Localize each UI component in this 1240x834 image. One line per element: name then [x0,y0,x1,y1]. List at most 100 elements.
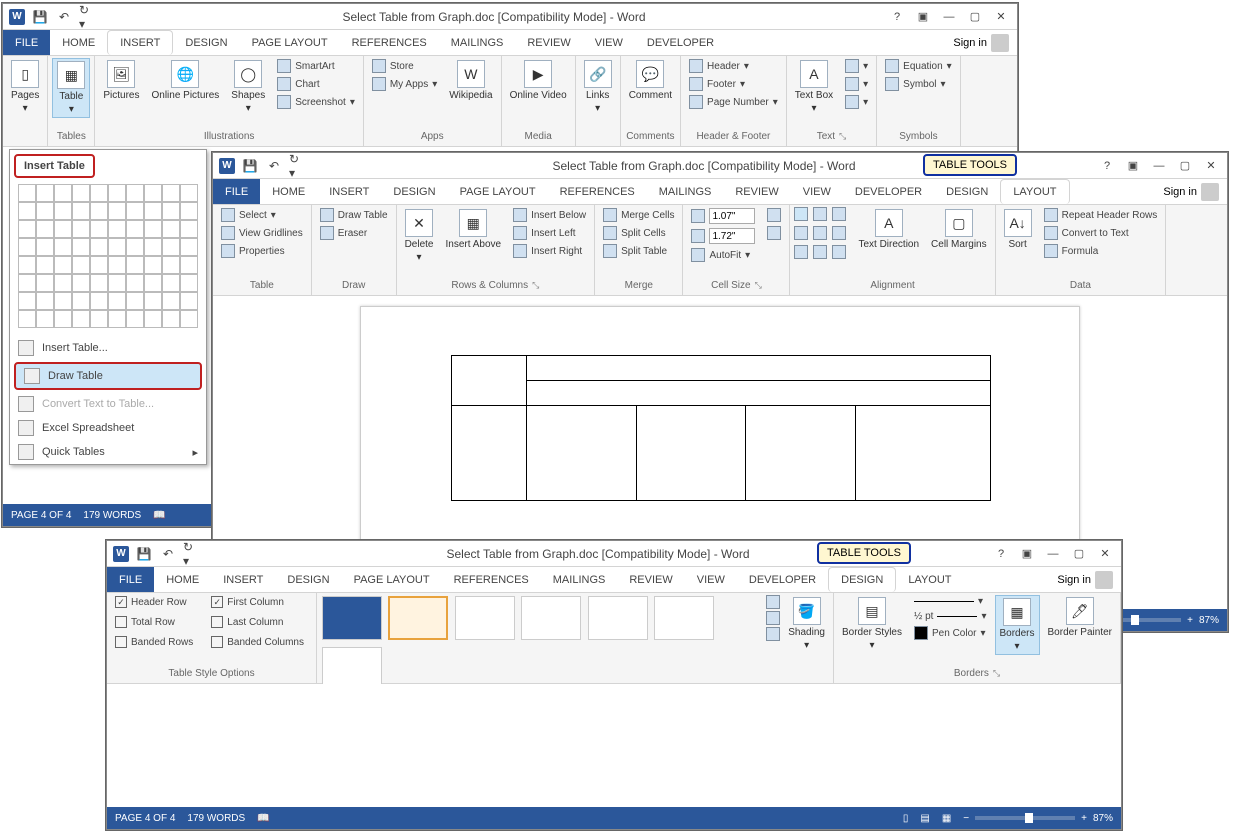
grid-cell[interactable] [18,202,36,220]
grid-cell[interactable] [180,292,198,310]
tab-developer[interactable]: DEVELOPER [737,567,828,592]
align-mr-icon[interactable] [832,226,846,240]
grid-cell[interactable] [144,238,162,256]
grid-cell[interactable] [180,202,198,220]
ribbon-options-icon[interactable]: ▣ [1015,544,1039,564]
grid-cell[interactable] [18,184,36,202]
style-thumb[interactable] [588,596,648,640]
view-web-icon[interactable]: ▦ [942,813,951,824]
table-size-grid[interactable] [10,182,206,336]
grid-cell[interactable] [90,310,108,328]
grid-cell[interactable] [18,256,36,274]
view-read-icon[interactable]: ▯ [903,813,909,824]
tab-design[interactable]: DESIGN [381,179,447,204]
grid-cell[interactable] [36,238,54,256]
style-thumb[interactable] [521,596,581,640]
sample-table[interactable] [451,355,991,501]
borders-button[interactable]: ▦Borders▾ [995,595,1040,655]
tab-design[interactable]: DESIGN [173,30,239,55]
grid-cell[interactable] [36,220,54,238]
save-icon[interactable]: 💾 [241,157,259,175]
style-thumb[interactable] [455,596,515,640]
page-status[interactable]: PAGE 4 OF 4 [115,813,175,824]
grid-cell[interactable] [72,292,90,310]
tab-table-layout[interactable]: LAYOUT [1000,179,1069,204]
dialog-launcher-icon[interactable]: ⤡ [839,131,846,142]
quick-tables-menu[interactable]: Quick Tables▸ [10,440,206,464]
grid-cell[interactable] [90,238,108,256]
close-icon[interactable]: ✕ [989,7,1013,27]
grid-cell[interactable] [162,256,180,274]
align-ml-icon[interactable] [794,226,808,240]
merge-cells-button[interactable]: Merge Cells [599,207,678,223]
text-direction-button[interactable]: AText Direction [854,207,923,252]
grid-cell[interactable] [180,310,198,328]
help-icon[interactable]: ? [1095,156,1119,176]
tab-view[interactable]: VIEW [583,30,635,55]
proofing-icon[interactable]: 📖 [153,510,165,521]
tab-references[interactable]: REFERENCES [442,567,541,592]
properties-button[interactable]: Properties [217,243,307,259]
grid-cell[interactable] [72,274,90,292]
tab-file[interactable]: FILE [107,567,154,592]
zoom-control[interactable]: −+87% [963,813,1113,824]
grid-cell[interactable] [54,238,72,256]
style-thumb[interactable] [654,596,714,640]
grid-cell[interactable] [18,238,36,256]
grid-cell[interactable] [54,220,72,238]
grid-cell[interactable] [72,202,90,220]
close-icon[interactable]: ✕ [1199,156,1223,176]
view-print-icon[interactable]: ▤ [920,813,929,824]
minimize-icon[interactable]: — [1041,544,1065,564]
excel-spreadsheet-menu[interactable]: Excel Spreadsheet [10,416,206,440]
grid-cell[interactable] [180,220,198,238]
grid-cell[interactable] [144,202,162,220]
tab-review[interactable]: REVIEW [723,179,790,204]
zoom-slider[interactable] [975,816,1075,820]
grid-cell[interactable] [126,310,144,328]
online-pictures-button[interactable]: 🌐Online Pictures [147,58,223,103]
grid-cell[interactable] [126,238,144,256]
tab-page-layout[interactable]: PAGE LAYOUT [240,30,340,55]
banded-cols-check[interactable]: Banded Columns [207,635,308,649]
grid-cell[interactable] [108,256,126,274]
line-style-dropdown[interactable]: ▾ [910,595,991,608]
grid-cell[interactable] [126,202,144,220]
tab-table-design[interactable]: DESIGN [934,179,1000,204]
grid-cell[interactable] [126,220,144,238]
smartart-button[interactable]: SmartArt [273,58,359,74]
tab-mailings[interactable]: MAILINGS [541,567,618,592]
wordart-button[interactable]: ▾ [841,76,872,92]
header-row-check[interactable]: ✓Header Row [111,595,197,609]
page-number-button[interactable]: Page Number ▾ [685,94,782,110]
align-tr-icon[interactable] [832,207,846,221]
ribbon-options-icon[interactable]: ▣ [1121,156,1145,176]
grid-cell[interactable] [126,292,144,310]
grid-cell[interactable] [108,310,126,328]
shading-button[interactable]: 🪣Shading▾ [784,595,829,653]
help-icon[interactable]: ? [885,7,909,27]
footer-button[interactable]: Footer ▾ [685,76,782,92]
grid-cell[interactable] [90,220,108,238]
grid-cell[interactable] [180,184,198,202]
grid-cell[interactable] [36,310,54,328]
sign-in[interactable]: Sign in [945,30,1017,55]
tab-file[interactable]: FILE [213,179,260,204]
tab-insert[interactable]: INSERT [211,567,275,592]
grid-cell[interactable] [90,202,108,220]
table-button[interactable]: ▦Table▾ [52,58,90,118]
maximize-icon[interactable]: ▢ [1173,156,1197,176]
grid-cell[interactable] [90,274,108,292]
tab-references[interactable]: REFERENCES [548,179,647,204]
grid-cell[interactable] [72,310,90,328]
dialog-launcher-icon[interactable]: ⤡ [993,668,1000,679]
grid-cell[interactable] [108,238,126,256]
tab-references[interactable]: REFERENCES [340,30,439,55]
grid-cell[interactable] [144,220,162,238]
dialog-launcher-icon[interactable]: ⤡ [532,280,539,291]
grid-cell[interactable] [108,220,126,238]
gallery-more-icon[interactable] [766,627,780,641]
grid-cell[interactable] [36,202,54,220]
grid-cell[interactable] [108,274,126,292]
comment-button[interactable]: 💬Comment [625,58,676,103]
